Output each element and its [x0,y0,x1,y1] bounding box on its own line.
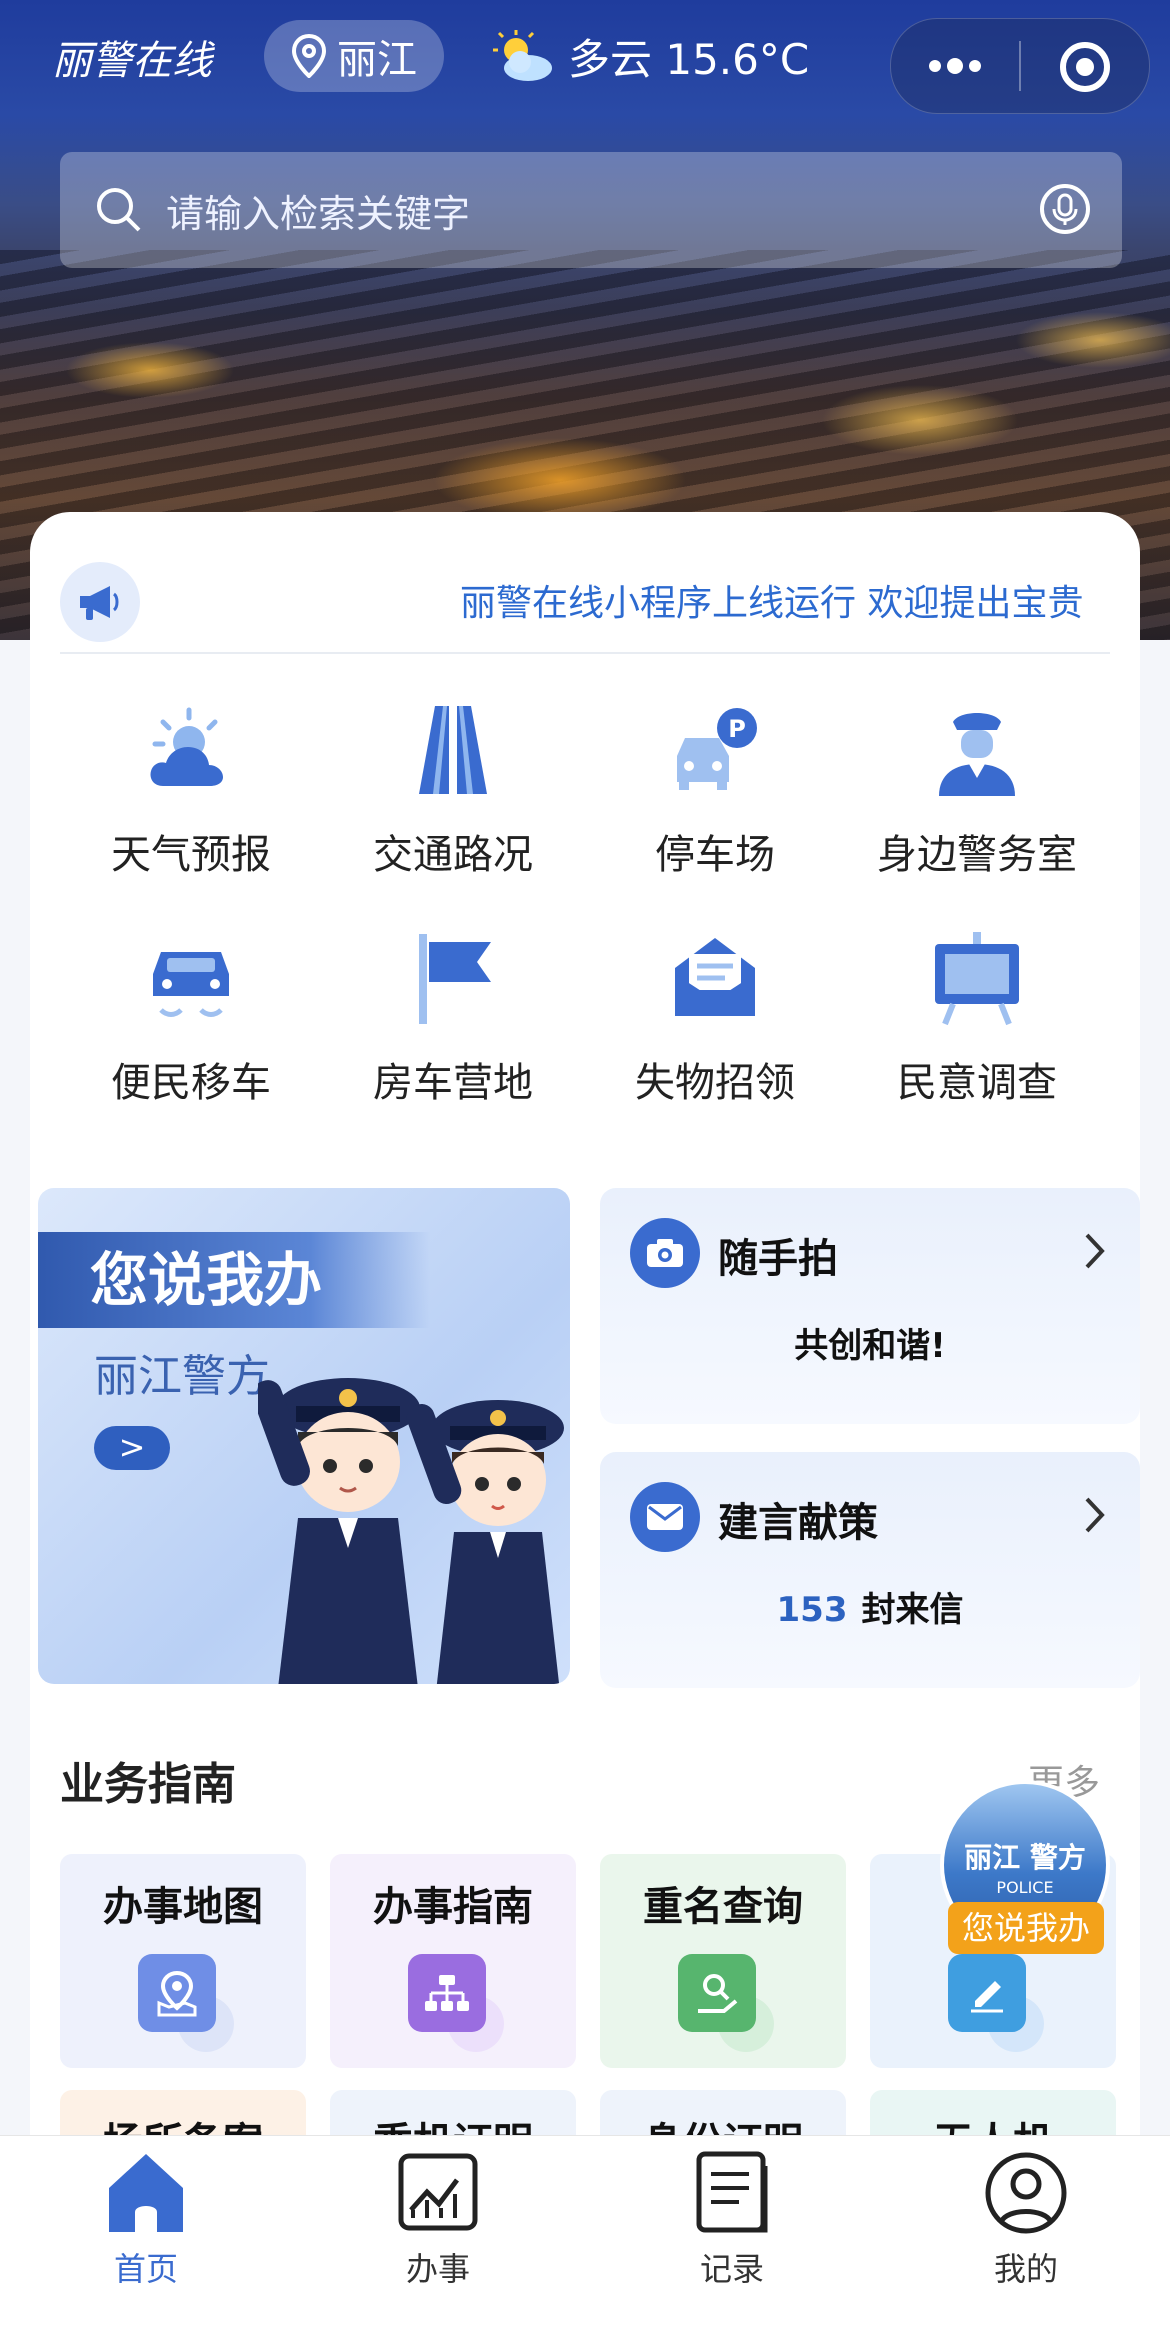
promo-go-button[interactable]: > [94,1426,170,1470]
location-selector[interactable]: 丽江 [264,20,444,92]
tab-profile[interactable]: 我的 [946,2148,1106,2290]
snap-title: 随手拍 [718,1236,838,1282]
chevron-right-icon [1085,1497,1105,1533]
tab-label: 记录 [699,2250,764,2288]
service-label: 民意调查 [897,1060,1057,1106]
service-label: 便民移车 [111,1060,271,1106]
service-lost-found[interactable]: 失物招领 [584,928,846,1108]
tab-home[interactable]: 首页 [66,2148,226,2290]
weather-icon [150,707,223,786]
capsule-divider [1019,41,1021,91]
document-icon [696,2151,768,2233]
guide-item-map[interactable]: 办事地图 [60,1854,306,2068]
police-mascot-illustration [258,1378,564,1684]
camera-icon [630,1218,700,1288]
service-label: 身边警务室 [877,832,1077,878]
home-icon [109,2154,183,2232]
org-chart-icon [408,1954,486,2032]
notice-bar[interactable]: 丽警在线小程序上线运行 欢迎提出宝贵 [30,512,1140,654]
advice-title: 建言献策 [718,1500,878,1546]
advice-tile[interactable]: 建言献策 153 封来信 [600,1452,1140,1688]
service-weather[interactable]: 天气预报 [60,700,322,880]
guide-label: 办事地图 [103,1884,263,1930]
service-survey[interactable]: 民意调查 [846,928,1108,1108]
edit-icon [948,1954,1026,2032]
top-bar: 丽警在线 丽江 多云 15.6°C [0,0,1170,120]
snap-report-tile[interactable]: 随手拍 共创和谐! [600,1188,1140,1424]
fab-tag: 您说我办 [948,1902,1104,1954]
chevron-right-icon [1085,1233,1105,1269]
voice-search-icon[interactable] [1038,182,1092,236]
tab-services[interactable]: 办事 [358,2148,518,2290]
search-bar[interactable]: 请输入检索关键字 [60,152,1122,268]
guide-label: 重名查询 [643,1884,803,1930]
fab-police-text: POLICE [996,1878,1054,1897]
promo-banner[interactable]: 您说我办 丽江警方 > [38,1188,570,1684]
service-rv-camp[interactable]: 房车营地 [322,928,584,1108]
letter-unit: 封来信 [861,1590,964,1630]
promo-title: 您说我办 [38,1232,430,1328]
promo-subtitle: 丽江警方 [94,1351,270,1402]
parking-icon: P [677,708,757,790]
tab-records[interactable]: 记录 [652,2148,812,2290]
letter-count: 153 [776,1590,848,1630]
service-label: 交通路况 [373,832,533,878]
road-icon [419,706,487,794]
car-icon [153,952,229,1017]
tab-label: 办事 [405,2250,470,2288]
miniprogram-capsule [890,18,1150,114]
map-pin-icon [138,1954,216,2032]
service-label: 失物招领 [635,1060,795,1106]
tab-label: 我的 [993,2250,1058,2288]
weather-text: 多云 15.6°C [568,34,810,84]
notice-divider [60,652,1110,654]
app-title: 丽警在线 [52,38,212,84]
mail-icon [675,938,755,1016]
announcement-icon [60,562,140,642]
service-traffic[interactable]: 交通路况 [322,700,584,880]
partly-cloudy-icon [493,30,552,81]
weather-widget[interactable]: 多云 15.6°C [490,20,809,92]
person-search-icon [678,1954,756,2032]
tab-label: 首页 [113,2250,178,2288]
chart-board-icon [398,2153,478,2231]
location-pin-icon [291,34,327,78]
user-icon [985,2152,1067,2234]
police-officer-icon [939,713,1015,796]
flag-icon [419,934,491,1024]
guide-item-handbook[interactable]: 办事指南 [330,1854,576,2068]
close-miniprogram-icon[interactable] [1057,39,1113,95]
bottom-tab-bar: 首页 办事 记录 我的 [0,2135,1170,2336]
service-parking[interactable]: P 停车场 [584,700,846,880]
search-placeholder: 请输入检索关键字 [166,191,471,236]
section-title: 业务指南 [60,1759,236,1810]
service-police-office[interactable]: 身边警务室 [846,700,1108,880]
notice-text: 丽警在线小程序上线运行 欢迎提出宝贵 [460,583,1084,624]
location-label: 丽江 [337,37,417,83]
guide-item-name-query[interactable]: 重名查询 [600,1854,846,2068]
more-icon[interactable] [925,53,985,79]
guide-label: 办事指南 [373,1884,533,1930]
advice-desc: 153 封来信 [600,1582,1140,1631]
floating-feedback-button[interactable]: 丽江 警方 POLICE 您说我办 [940,1780,1110,1960]
search-icon [97,188,141,232]
service-move-car[interactable]: 便民移车 [60,928,322,1108]
envelope-icon [630,1482,700,1552]
svg-text:P: P [728,715,746,743]
fab-name: 丽江 警方 [964,1841,1086,1874]
service-label: 天气预报 [111,832,271,878]
snap-desc: 共创和谐! [794,1326,946,1366]
service-label: 房车营地 [373,1060,533,1106]
service-label: 停车场 [655,832,775,878]
board-icon [935,932,1019,1026]
